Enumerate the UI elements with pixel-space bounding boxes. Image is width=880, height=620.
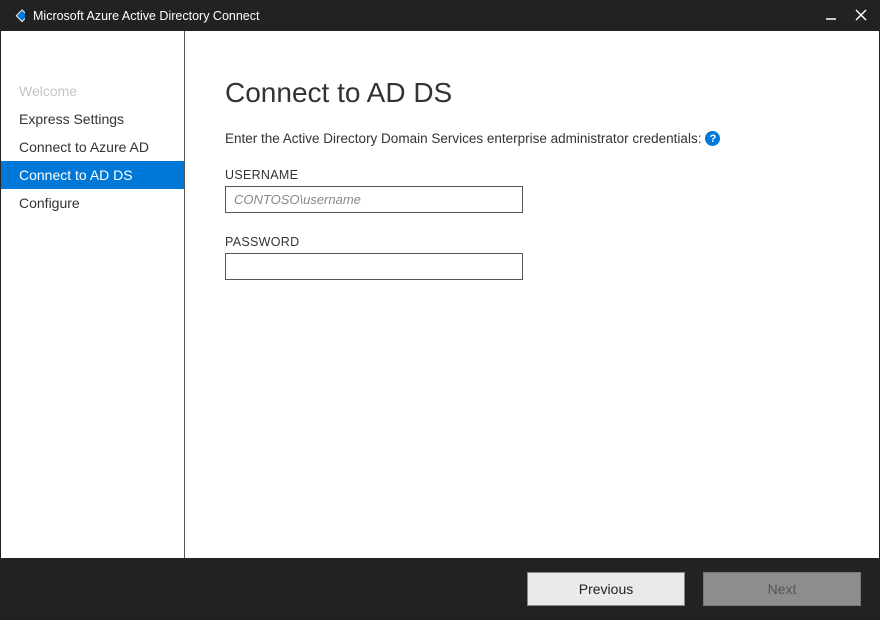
sidebar: Welcome Express Settings Connect to Azur… (1, 31, 185, 558)
username-label: USERNAME (225, 168, 839, 182)
sidebar-item-connect-ad-ds[interactable]: Connect to AD DS (1, 161, 184, 189)
window-controls (825, 9, 873, 23)
body-area: Welcome Express Settings Connect to Azur… (1, 31, 879, 558)
sidebar-item-connect-azure-ad[interactable]: Connect to Azure AD (1, 133, 184, 161)
instruction-text: Enter the Active Directory Domain Servic… (225, 131, 701, 146)
footer: Previous Next (1, 558, 879, 619)
app-window: Microsoft Azure Active Directory Connect… (0, 0, 880, 620)
password-input[interactable] (225, 253, 523, 280)
close-button[interactable] (855, 9, 867, 23)
sidebar-item-welcome[interactable]: Welcome (1, 77, 184, 105)
sidebar-item-configure[interactable]: Configure (1, 189, 184, 217)
next-button[interactable]: Next (703, 572, 861, 606)
previous-button[interactable]: Previous (527, 572, 685, 606)
password-label: PASSWORD (225, 235, 839, 249)
minimize-button[interactable] (825, 9, 837, 23)
page-title: Connect to AD DS (225, 77, 839, 109)
sidebar-item-express-settings[interactable]: Express Settings (1, 105, 184, 133)
titlebar: Microsoft Azure Active Directory Connect (1, 1, 879, 31)
window-title: Microsoft Azure Active Directory Connect (33, 9, 825, 23)
instruction-row: Enter the Active Directory Domain Servic… (225, 131, 839, 146)
main-panel: Connect to AD DS Enter the Active Direct… (185, 31, 879, 558)
azure-ad-icon (7, 7, 25, 25)
username-input[interactable] (225, 186, 523, 213)
help-icon[interactable]: ? (705, 131, 720, 146)
